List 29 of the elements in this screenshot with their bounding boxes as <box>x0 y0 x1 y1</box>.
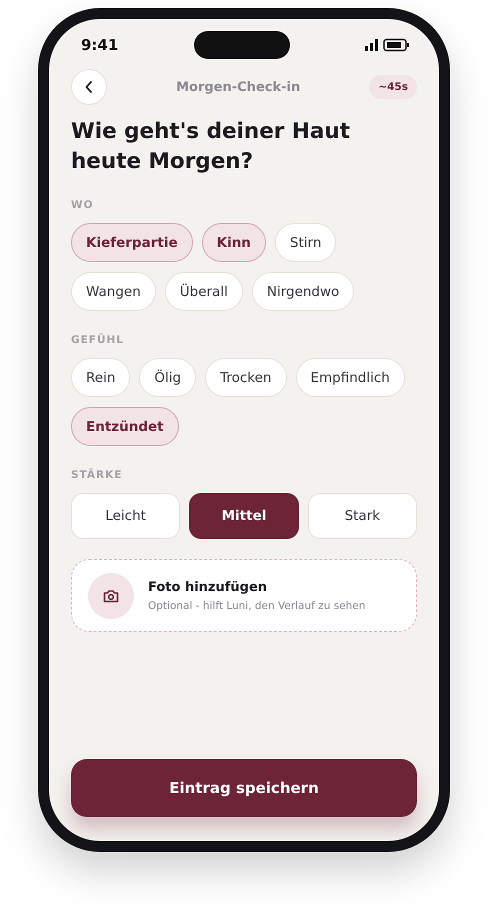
option-chip[interactable]: Nirgendwo <box>252 272 354 311</box>
duration-badge: ~45s <box>369 75 417 99</box>
back-button[interactable] <box>71 69 107 105</box>
option-chip[interactable]: Ölig <box>139 358 196 397</box>
option-chip[interactable]: Entzündet <box>71 407 179 446</box>
intensity-option[interactable]: Mittel <box>189 493 299 539</box>
intensity-option[interactable]: Stark <box>308 493 417 539</box>
question-heading: Wie geht's deiner Haut heute Morgen? <box>71 118 351 176</box>
section-label: STÄRKE <box>71 469 124 481</box>
add-photo-card[interactable]: Foto hinzufügen Optional - hilft Luni, den Verlauf zu sehen <box>71 559 417 632</box>
option-chip[interactable]: Stirn <box>274 223 336 262</box>
option-chip[interactable]: Kieferpartie <box>71 223 193 262</box>
section-label: WO <box>71 199 95 211</box>
option-chip[interactable]: Rein <box>71 358 130 397</box>
status-time: 9:41 <box>81 36 118 54</box>
status-icons <box>365 38 409 52</box>
option-chip[interactable]: Empfindlich <box>296 358 405 397</box>
intensity-option[interactable]: Leicht <box>71 493 180 539</box>
option-chip[interactable]: Wangen <box>71 272 156 311</box>
chevron-left-icon <box>84 80 94 94</box>
screen-title: Morgen-Check-in <box>176 80 300 94</box>
photo-title: Foto hinzufügen <box>148 580 268 594</box>
camera-icon <box>103 588 119 602</box>
section-label: GEFÜHL <box>71 334 125 346</box>
option-chip[interactable]: Kinn <box>202 223 266 262</box>
photo-subtitle: Optional - hilft Luni, den Verlauf zu sehen <box>148 600 366 612</box>
option-chip[interactable]: Überall <box>164 272 243 311</box>
option-chip[interactable]: Trocken <box>205 358 286 397</box>
save-button[interactable]: Eintrag speichern <box>71 759 417 817</box>
